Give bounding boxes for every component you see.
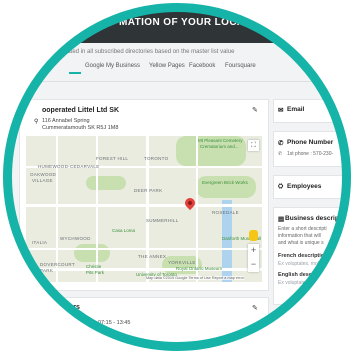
phone-label: Phone Number	[287, 139, 334, 146]
document-icon: ▤	[278, 216, 285, 223]
location-map[interactable]: FOREST HILL TORONTO HUMEWOOD-CEDARVALE O…	[26, 136, 262, 282]
french-description-label: French descriptio	[278, 253, 325, 259]
location-marker-icon[interactable]	[182, 195, 198, 211]
poi-cemetery[interactable]: Mt Pleasant Cemetery	[198, 138, 243, 143]
map-label-oakwood: OAKWOOD	[30, 172, 57, 177]
phone-value: 1st phone : 570-230-	[287, 151, 334, 157]
business-description-card[interactable]: ▤ Business descripti Enter a short descr…	[273, 207, 345, 305]
road-dufferin	[56, 136, 58, 282]
hours-row-2: 0 - 18:30	[98, 334, 120, 340]
christie-pits-park	[74, 244, 110, 262]
poi-casa-loma[interactable]: Casa Loma	[112, 228, 135, 233]
map-label-italia: ITALIA	[32, 240, 48, 245]
map-label-dovercourt: DOVERCOURT	[40, 262, 75, 267]
map-label-rosedale: ROSEDALE	[212, 210, 239, 215]
active-tab-indicator	[69, 72, 81, 74]
tabs-divider	[9, 81, 345, 82]
phone-card[interactable]: ✆ Phone Number ✆ 1st phone : 570-230-	[273, 131, 345, 167]
map-label-annex: THE ANNEX	[138, 254, 167, 259]
map-label-village: VILLAGE	[32, 178, 53, 183]
business-description-label: Business descripti	[285, 215, 343, 222]
zoom-control: + −	[248, 244, 259, 272]
french-description-value[interactable]: Ex voluptates, mol	[278, 261, 319, 267]
screenshot-stage: MATION OF YOUR LOCATI dated in all subsc…	[0, 0, 354, 354]
page-subtitle: dated in all subscribed directories base…	[64, 49, 235, 55]
hours-row-1: 07:15 - 13:45	[98, 320, 131, 326]
email-icon: ✉	[278, 107, 284, 114]
circular-crop: MATION OF YOUR LOCATI dated in all subsc…	[9, 9, 345, 345]
phone-icon-small: ✆	[278, 151, 283, 157]
tab-yellow-pages[interactable]: Yellow Pages	[149, 63, 185, 69]
road-bloor	[26, 268, 262, 271]
map-pin-icon: ⚲	[34, 119, 39, 125]
map-label-toronto: TORONTO	[144, 156, 169, 161]
extra-card	[273, 313, 345, 345]
english-description-value[interactable]: Ex voluptates, mol	[278, 280, 319, 286]
map-attribution[interactable]: Map data ©2019 Google Terms of Use Repor…	[146, 276, 244, 280]
phone-icon: ✆	[278, 140, 284, 147]
poi-royal-ontario[interactable]: Royal Ontario Museum	[176, 266, 222, 271]
deer-park-green	[86, 176, 126, 190]
email-card[interactable]: ✉ Email	[273, 99, 345, 123]
zoom-in-button[interactable]: +	[248, 244, 259, 257]
location-name: ooperated Littel Ltd SK	[42, 107, 119, 114]
location-card: ooperated Littel Ltd SK ✎ ⚲ 116 Annabel …	[19, 99, 269, 291]
tab-facebook[interactable]: Facebook	[189, 63, 215, 69]
employees-card[interactable]: ⛭ Employees	[273, 175, 345, 199]
description-help-2: information that will	[278, 233, 321, 239]
map-label-deer-park: DEER PARK	[134, 188, 163, 193]
road-bayview	[196, 136, 198, 282]
employees-icon: ⛭	[278, 183, 284, 190]
poi-evergreen[interactable]: Evergreen Brick Works	[202, 180, 248, 185]
map-label-yorkville: YORKVILLE	[168, 260, 196, 265]
description-help-1: Enter a short descripti	[278, 226, 327, 232]
employees-label: Employees	[287, 183, 322, 190]
description-help-3: and what is unique s	[278, 240, 324, 246]
map-label-wychwood: WYCHWOOD	[60, 236, 91, 241]
map-label-christie: Christie	[86, 264, 102, 269]
address-line-1: 116 Annabel Spring	[42, 118, 90, 124]
poi-crematorium[interactable]: Crematorium and...	[200, 144, 239, 149]
contact-panel: ✉ Email ✆ Phone Number ✆ 1st phone : 570…	[273, 99, 345, 345]
street-view-pegman-icon[interactable]	[249, 230, 258, 241]
road-davenport	[26, 248, 262, 250]
opening-hours-card: ng hours ✎ 07:15 - 13:45 0 - 18:30	[19, 297, 269, 345]
address-line-2: Cummeratamouth SK R5J 1M8	[42, 125, 119, 131]
tab-foursquare[interactable]: Foursquare	[225, 63, 256, 69]
map-label-pits-park: Pits Park	[86, 270, 105, 275]
page-header: MATION OF YOUR LOCATI	[9, 9, 345, 43]
page-title: MATION OF YOUR LOCATI	[119, 17, 254, 28]
opening-hours-title: ng hours	[50, 304, 80, 311]
directory-tabs: Google My Business Yellow Pages Facebook…	[39, 63, 345, 77]
edit-hours-icon[interactable]: ✎	[252, 304, 258, 312]
map-label-forest-hill: FOREST HILL	[96, 156, 129, 161]
english-description-label: English descriptio	[278, 272, 326, 278]
tab-google-my-business[interactable]: Google My Business	[85, 63, 140, 69]
edit-location-icon[interactable]: ✎	[252, 106, 258, 114]
road-st-clair	[26, 204, 262, 207]
map-label-summerhill: SUMMERHILL	[146, 218, 179, 223]
map-label-park: PARK	[40, 268, 54, 273]
zoom-out-button[interactable]: −	[248, 258, 259, 271]
fullscreen-icon[interactable]: ⛶	[248, 140, 259, 151]
map-label-humewood: HUMEWOOD-CEDARVALE	[38, 164, 100, 169]
email-label: Email	[287, 106, 305, 113]
